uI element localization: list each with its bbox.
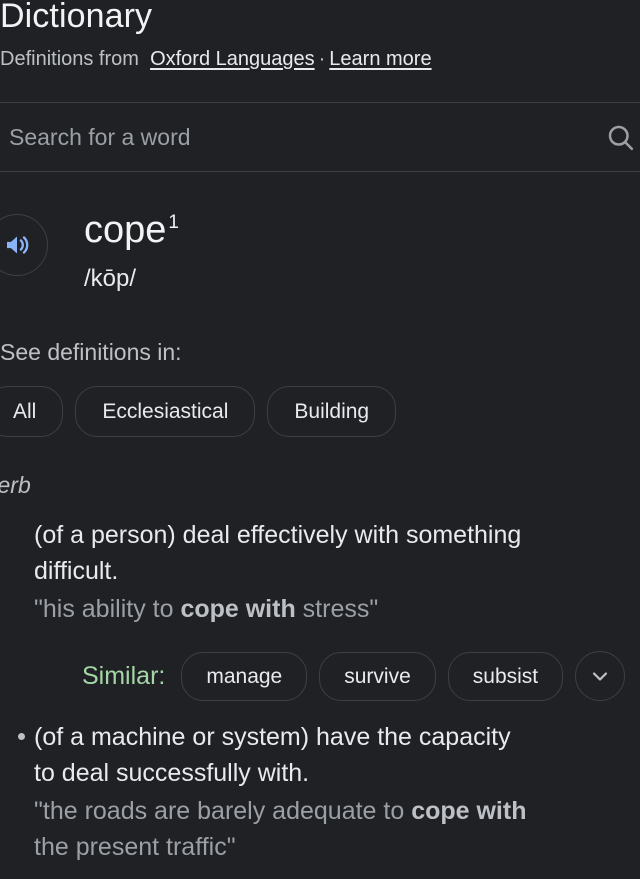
search-box[interactable] [0, 102, 640, 172]
expand-synonyms-button[interactable] [575, 651, 626, 701]
definition-line: to deal successfully with. [34, 759, 310, 787]
synonym-chip-subsist[interactable]: subsist [447, 651, 564, 701]
quote-bold-term: cope with [180, 595, 296, 623]
see-definitions-label: See definitions in: [0, 339, 182, 365]
definition-text: (of a machine or system) have the capaci… [34, 719, 640, 791]
similar-label: Similar: [82, 661, 166, 690]
word-entry: cope 1 /kōp/ [0, 208, 640, 294]
oxford-languages-link[interactable]: Oxford Languages [150, 48, 315, 70]
synonym-chip-manage[interactable]: manage [181, 651, 308, 701]
quote-pre: "his ability to [34, 595, 181, 623]
filter-chip-building[interactable]: Building [267, 386, 397, 437]
definition-example-quote: "the roads are barely adequate to cope w… [34, 793, 640, 865]
synonym-chip-survive[interactable]: survive [319, 651, 436, 701]
definition-item: (of a person) deal effectively with some… [0, 517, 640, 701]
speaker-icon [2, 230, 32, 260]
source-separator: · [318, 48, 326, 70]
entry-text-block: cope 1 /kōp/ [84, 208, 179, 294]
chevron-down-icon [588, 664, 612, 688]
homograph-number: 1 [168, 212, 179, 234]
definition-example-quote: "his ability to cope with stress" [34, 591, 640, 627]
source-prefix-text: Definitions from [0, 48, 139, 70]
headword-text: cope [84, 209, 167, 251]
filter-chip-ecclesiastical[interactable]: Ecclesiastical [75, 386, 256, 437]
search-input[interactable] [9, 123, 605, 151]
definition-item: (of a machine or system) have the capaci… [0, 719, 640, 865]
definition-line: (of a machine or system) have the capaci… [34, 723, 511, 751]
headword: cope 1 [84, 208, 179, 252]
definition-text: (of a person) deal effectively with some… [34, 517, 640, 589]
definition-line: (of a person) deal effectively with some… [34, 521, 522, 549]
similar-words-row: Similar: manage survive subsist [82, 651, 640, 701]
pronounce-audio-button[interactable] [0, 214, 48, 276]
part-of-speech-label: verb [0, 472, 31, 498]
learn-more-link[interactable]: Learn more [329, 48, 431, 70]
source-attribution: Definitions from Oxford Languages · Learn … [0, 46, 640, 72]
filter-chip-all[interactable]: All [0, 386, 64, 437]
dictionary-panel: Dictionary Definitions from Oxford Langu… [0, 0, 640, 865]
definition-filter-chips: All Ecclesiastical Building [0, 386, 640, 437]
quote-pre: "the roads are barely adequate to [34, 797, 412, 825]
search-icon[interactable] [605, 122, 635, 152]
phonetic-transcription: /kōp/ [84, 265, 137, 292]
quote-line-2: the present traffic" [34, 833, 236, 861]
quote-post: stress" [295, 595, 379, 623]
quote-bold-term: cope with [411, 797, 527, 825]
page-title: Dictionary [0, 0, 153, 35]
definitions-list: (of a person) deal effectively with some… [0, 517, 640, 865]
definition-line: difficult. [34, 557, 119, 585]
